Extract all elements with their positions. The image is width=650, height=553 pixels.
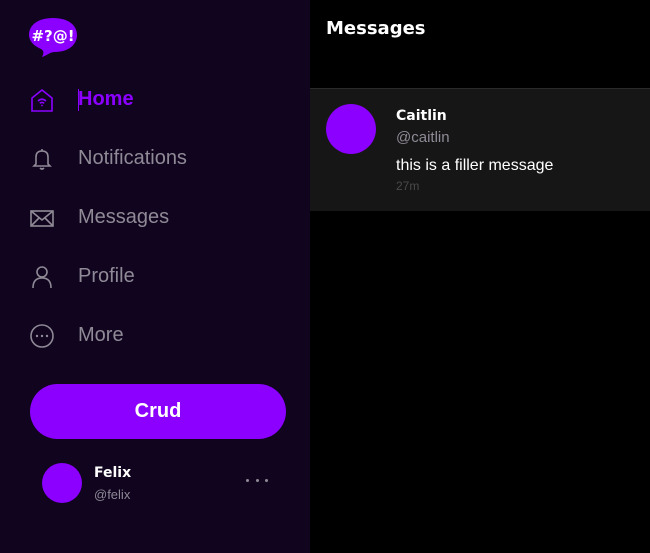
nav-item-messages[interactable]: Messages (0, 188, 310, 247)
avatar (326, 104, 376, 154)
nav-label-messages: Messages (78, 206, 170, 228)
nav-label-home: Home (78, 88, 134, 110)
nav-item-profile[interactable]: Profile (0, 247, 310, 306)
nav-label-notifications: Notifications (78, 147, 187, 169)
sidebar: #?@! Home Notifications Messages Profile… (0, 0, 310, 553)
nav-item-more[interactable]: More (0, 306, 310, 365)
avatar (42, 463, 82, 503)
more-dots-icon[interactable] (246, 474, 268, 486)
page-title: Messages (326, 18, 426, 39)
crud-button[interactable]: Crud (30, 384, 286, 439)
account-switcher[interactable]: Felix @felix (0, 460, 310, 510)
main-nav: Home Notifications Messages Profile More (0, 70, 310, 365)
envelope-icon (29, 205, 55, 231)
user-icon (29, 264, 55, 290)
message-timestamp: 27m (396, 179, 420, 193)
bell-icon (29, 146, 55, 172)
nav-label-profile: Profile (78, 265, 135, 287)
message-item[interactable]: Caitlin @caitlin this is a filler messag… (310, 89, 650, 211)
more-circle-icon (29, 323, 55, 349)
nav-label-more: More (78, 324, 124, 346)
account-handle: @felix (94, 487, 131, 502)
home-icon (29, 87, 55, 113)
nav-item-notifications[interactable]: Notifications (0, 129, 310, 188)
nav-item-home[interactable]: Home (0, 70, 310, 129)
app-logo[interactable]: #?@! (28, 16, 78, 58)
message-sender-handle: @caitlin (396, 129, 450, 146)
logo-text: #?@! (31, 27, 75, 45)
message-text: this is a filler message (396, 157, 554, 174)
account-name: Felix (94, 465, 132, 481)
main-panel: Messages Caitlin @caitlin this is a fill… (310, 0, 650, 553)
message-sender-name: Caitlin (396, 108, 447, 124)
